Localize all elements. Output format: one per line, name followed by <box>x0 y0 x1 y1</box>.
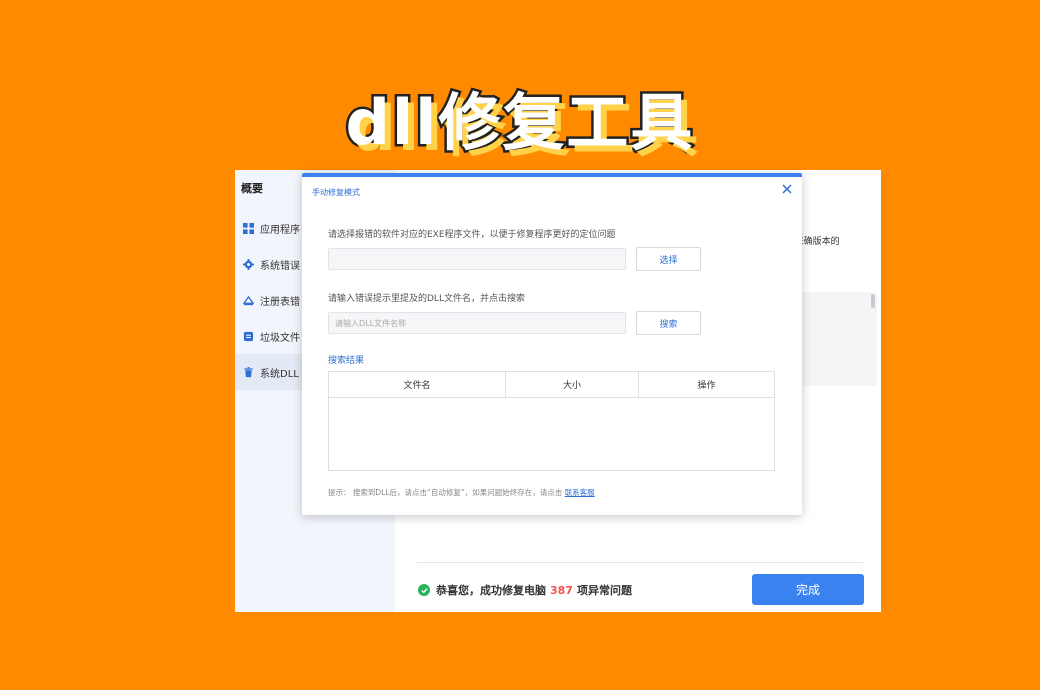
background-panel <box>801 292 877 386</box>
trash-file-icon <box>243 331 254 342</box>
trash-can-icon <box>243 366 254 378</box>
column-header-size: 大小 <box>506 372 639 397</box>
check-circle-icon <box>418 584 430 596</box>
dialog-title: 手动修复模式 <box>312 188 360 197</box>
success-suffix: 项异常问题 <box>576 584 632 597</box>
sidebar-item-label: 注册表错 <box>260 296 300 308</box>
manual-repair-dialog: 手动修复模式 请选择报错的软件对应的EXE程序文件，以便于修复程序更好的定位问题… <box>302 173 802 515</box>
gear-icon <box>243 258 254 270</box>
select-button[interactable]: 选择 <box>636 247 701 271</box>
success-message: 恭喜您，成功修复电脑 387 项异常问题 <box>418 582 632 598</box>
done-button[interactable]: 完成 <box>752 574 864 605</box>
success-prefix: 恭喜您，成功修复电脑 <box>436 584 546 597</box>
search-button[interactable]: 搜索 <box>636 311 701 335</box>
sidebar-item-label: 垃圾文件 <box>260 332 300 344</box>
results-table: 文件名 大小 操作 <box>328 371 775 471</box>
banner-title: dll修复工具 <box>343 84 695 162</box>
sidebar-item-label: 系统错误 <box>260 260 300 272</box>
dll-input-placeholder: 请输入DLL文件名称 <box>335 318 407 328</box>
column-header-action: 操作 <box>697 381 716 391</box>
sidebar-heading: 概要 <box>241 182 263 195</box>
dll-name-input[interactable]: 请输入DLL文件名称 <box>328 312 626 334</box>
sidebar-item-label: 系统DLL <box>260 368 299 380</box>
background-partial-text: E确版本的 <box>798 237 840 247</box>
tip-text: 提示： 搜索到DLL后，请点击“自动修复”，如果问题始终存在，请点击 联系客服 <box>328 487 595 498</box>
exe-path-input[interactable] <box>328 248 626 270</box>
close-button[interactable] <box>780 182 794 196</box>
contact-support-link[interactable]: 联系客服 <box>565 488 595 497</box>
scrollbar-thumb[interactable] <box>871 294 875 308</box>
tip-message: 提示： 搜索到DLL后，请点击“自动修复”，如果问题始终存在，请点击 <box>328 488 563 497</box>
sidebar-item-label: 应用程序 <box>260 224 300 236</box>
footer-divider <box>417 562 863 563</box>
success-count: 387 <box>550 583 573 597</box>
column-header-filename: 文件名 <box>329 372 506 397</box>
registry-icon <box>243 295 254 306</box>
grid-icon <box>243 222 254 234</box>
close-icon <box>782 184 792 194</box>
dll-instruction: 请输入错误提示里提及的DLL文件名，并点击搜索 <box>328 294 525 304</box>
results-title: 搜索结果 <box>328 356 365 366</box>
results-header-row: 文件名 大小 操作 <box>329 372 774 398</box>
exe-instruction: 请选择报错的软件对应的EXE程序文件，以便于修复程序更好的定位问题 <box>328 230 616 240</box>
